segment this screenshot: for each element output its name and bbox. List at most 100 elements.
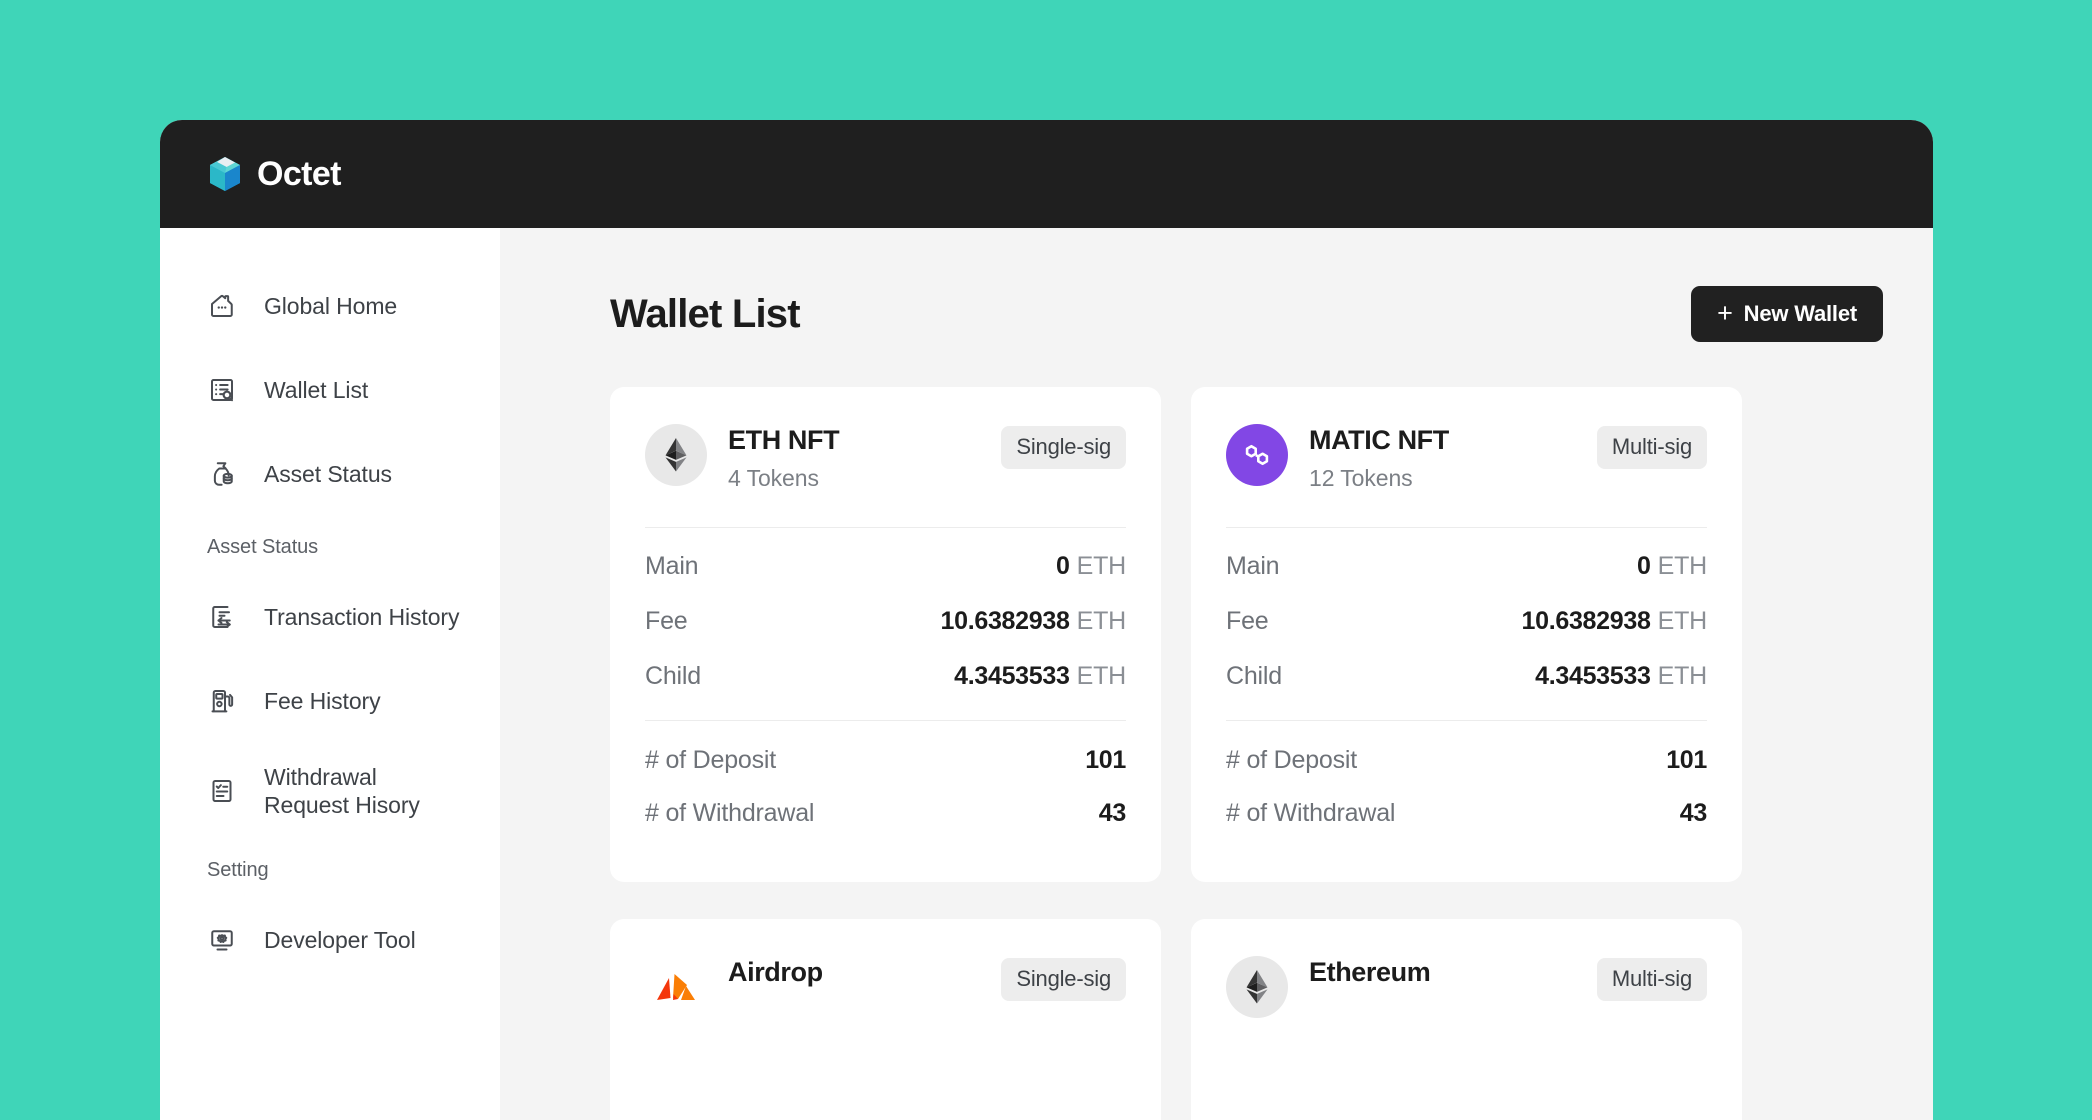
wallet-card-header: ETH NFT 4 Tokens Single-sig (645, 420, 1126, 492)
top-bar: Octet (160, 120, 1933, 228)
row-label: Fee (645, 607, 688, 636)
sidebar-item-transaction-history[interactable]: Transaction History (160, 595, 500, 639)
sidebar-item-wallet-list[interactable]: Wallet List (160, 368, 500, 412)
wallet-card[interactable]: MATIC NFT 12 Tokens Multi-sig Main 0 ETH … (1191, 387, 1742, 883)
app-window: Octet Global Home Wallet List Asset Stat… (160, 120, 1933, 1120)
count-row-deposit: # of Deposit 101 (645, 746, 1126, 775)
sidebar-item-label: Asset Status (264, 460, 392, 487)
wallet-card[interactable]: Airdrop Single-sig (610, 919, 1161, 1120)
wallet-card-grid: ETH NFT 4 Tokens Single-sig Main 0 ETH Fe… (500, 387, 1933, 1120)
octet-cube-logo-icon (210, 157, 240, 191)
main-content: Wallet List + New Wallet ETH NFT 4 Token… (500, 228, 1933, 1120)
balance-row-main: Main 0 ETH (645, 552, 1126, 581)
row-label: # of Withdrawal (1226, 799, 1396, 828)
balance-list: Main 0 ETH Fee 10.6382938 ETH Child 4.3453… (645, 528, 1126, 691)
wallet-card-titles: Ethereum (1309, 956, 1576, 997)
row-value: 43 (1679, 799, 1708, 828)
row-value: 4.3453533 ETH (954, 662, 1126, 691)
checklist-document-icon (212, 780, 232, 803)
sidebar-item-withdrawal-request-history[interactable]: Withdrawal Request Hisory (160, 763, 500, 819)
wallet-name: ETH NFT (728, 425, 840, 455)
row-value: 43 (1098, 799, 1127, 828)
avatar (645, 956, 707, 1019)
count-row-withdrawal: # of Withdrawal 43 (645, 799, 1126, 828)
wallet-token-count: 4 Tokens (728, 465, 819, 492)
wallet-card[interactable]: ETH NFT 4 Tokens Single-sig Main 0 ETH Fe… (610, 387, 1161, 883)
balance-row-fee: Fee 10.6382938 ETH (1226, 607, 1707, 636)
plus-icon: + (1717, 297, 1733, 328)
sidebar-item-label: Fee History (264, 687, 381, 714)
sidebar-item-developer-tool[interactable]: Developer Tool (160, 918, 500, 962)
balance-row-fee: Fee 10.6382938 ETH (645, 607, 1126, 636)
avatar (1226, 956, 1288, 1019)
balance-row-child: Child 4.3453533 ETH (1226, 662, 1707, 691)
brand-logo-group[interactable]: Octet (207, 154, 342, 194)
gas-pump-icon (211, 690, 234, 713)
row-value: 0 ETH (1055, 552, 1127, 581)
new-wallet-button[interactable]: + New Wallet (1691, 286, 1883, 342)
wallet-card-titles: Airdrop (728, 956, 980, 997)
status-badge: Single-sig (1001, 426, 1126, 469)
wallet-list-search-icon (211, 379, 233, 402)
ethereum-icon (665, 438, 687, 472)
wallet-name: MATIC NFT (1309, 425, 1449, 455)
wallet-card[interactable]: Ethereum Multi-sig (1191, 919, 1742, 1120)
wallet-card-titles: MATIC NFT 12 Tokens (1309, 424, 1576, 492)
airdrop-fan-icon (657, 974, 695, 1001)
row-value: 4.3453533 ETH (1535, 662, 1707, 691)
wallet-card-header: Airdrop Single-sig (645, 952, 1126, 1019)
row-label: # of Deposit (1226, 746, 1358, 775)
balance-list: Main 0 ETH Fee 10.6382938 ETH Child 4.3453… (1226, 528, 1707, 691)
sidebar-item-global-home[interactable]: Global Home (160, 284, 500, 328)
sidebar-item-asset-status[interactable]: Asset Status (160, 452, 500, 496)
sidebar-section-title-asset-status: Asset Status (207, 536, 319, 558)
sidebar: Global Home Wallet List Asset Status Ass… (160, 228, 500, 1120)
sidebar-item-label: Withdrawal Request Hisory (264, 764, 420, 819)
row-label: # of Deposit (645, 746, 777, 775)
wallet-name: Airdrop (728, 957, 823, 988)
polygon-icon (1245, 444, 1269, 466)
row-value: 101 (1666, 746, 1707, 775)
row-unit: ETH (1657, 607, 1708, 636)
ethereum-icon (1246, 970, 1268, 1004)
sidebar-item-fee-history[interactable]: Fee History (160, 679, 500, 723)
monitor-gear-icon (211, 930, 233, 951)
counts-list: # of Deposit 101 # of Withdrawal 43 (1226, 721, 1707, 828)
row-label: Fee (1226, 607, 1269, 636)
avatar (1226, 424, 1288, 486)
money-bag-icon (213, 462, 233, 486)
count-row-deposit: # of Deposit 101 (1226, 746, 1707, 775)
sidebar-item-label: Wallet List (264, 376, 369, 403)
avatar (645, 424, 707, 486)
status-badge: Single-sig (1001, 958, 1126, 1002)
row-label: # of Withdrawal (645, 799, 815, 828)
row-value: 10.6382938 ETH (940, 607, 1127, 636)
row-label: Child (645, 662, 701, 691)
row-label: Main (1226, 552, 1280, 581)
row-unit: ETH (1076, 552, 1127, 581)
balance-row-main: Main 0 ETH (1226, 552, 1707, 581)
new-wallet-button-label: New Wallet (1743, 301, 1858, 326)
row-value: 0 ETH (1636, 552, 1708, 581)
status-badge: Multi-sig (1596, 958, 1707, 1002)
sidebar-item-label: Developer Tool (264, 927, 416, 954)
page-header: Wallet List + New Wallet (500, 286, 1933, 342)
status-badge: Multi-sig (1596, 426, 1707, 469)
row-label: Main (645, 552, 699, 581)
row-unit: ETH (1657, 552, 1708, 581)
row-value: 101 (1085, 746, 1126, 775)
transaction-exchange-icon (212, 606, 231, 628)
row-unit: ETH (1076, 607, 1127, 636)
sidebar-item-label: Global Home (264, 292, 398, 319)
wallet-card-header: MATIC NFT 12 Tokens Multi-sig (1226, 420, 1707, 492)
counts-list: # of Deposit 101 # of Withdrawal 43 (645, 721, 1126, 828)
balance-row-child: Child 4.3453533 ETH (645, 662, 1126, 691)
row-unit: ETH (1657, 662, 1708, 691)
wallet-name: Ethereum (1309, 957, 1431, 988)
sidebar-item-label: Transaction History (264, 603, 460, 630)
wallet-card-header: Ethereum Multi-sig (1226, 952, 1707, 1019)
wallet-card-titles: ETH NFT 4 Tokens (728, 424, 980, 492)
row-unit: ETH (1076, 662, 1127, 691)
row-label: Child (1226, 662, 1282, 691)
brand-name: Octet (257, 154, 342, 193)
